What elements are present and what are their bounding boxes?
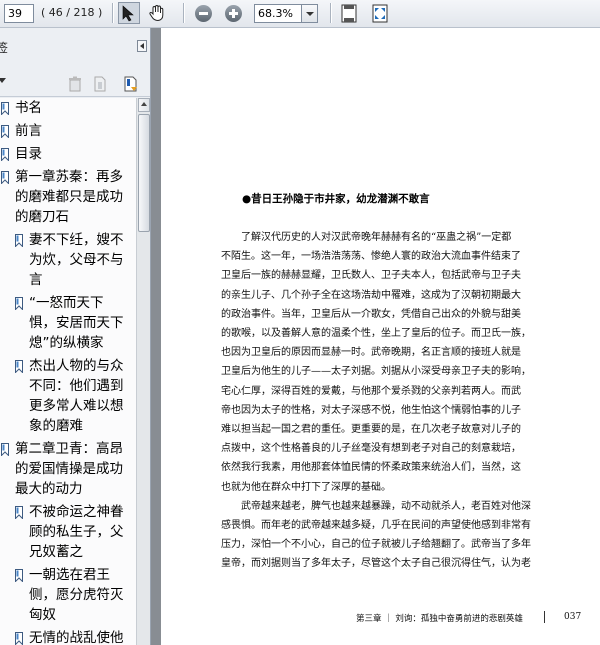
panel-header: 签 <box>0 36 150 58</box>
bookmark-icon <box>15 506 23 519</box>
expand-bookmark-icon[interactable] <box>123 76 139 92</box>
toolbar: 39 ( 46 / 218 ) 68.3% <box>0 0 600 28</box>
bookmark-toolbar <box>0 72 150 97</box>
cursor-arrow-icon <box>122 4 134 21</box>
body-text-line: 感畏惧。而年老的武帝越来越多疑，几乎在民间的声望使他感到非常有 <box>221 520 531 531</box>
collapse-panel-button[interactable] <box>137 40 147 52</box>
panel-title: 签 <box>0 41 9 55</box>
body-text-line: 卫皇后为他生的儿子——太子刘据。刘据从小深受母亲卫子夫的影响， <box>221 366 531 378</box>
scroll-thumb[interactable] <box>138 114 150 232</box>
fit-width-button[interactable] <box>369 2 391 24</box>
options-dropdown-icon[interactable] <box>0 78 6 83</box>
bookmark-item[interactable]: 不被命运之神眷 顾的私生子，父 兄奴蓄之 <box>0 504 136 564</box>
bookmark-icon <box>15 632 23 645</box>
bookmark-label: 无情的战乱使他 迷惑了自己 <box>29 630 124 645</box>
bookmark-label: 书名 <box>15 100 42 116</box>
bookmark-list: 书名前言目录第一章苏秦：再多 的磨难都只是成功 的磨刀石妻不下纴，嫂不 为炊，父… <box>0 98 136 645</box>
body-text-line: 卫皇后一族的赫赫显耀，卫氏数人、卫子夫本人，包括武帝与卫子夫 <box>221 270 521 282</box>
page-number-input[interactable]: 39 <box>4 4 34 23</box>
body-text-line: 的亲生儿子、几个孙子全在这场浩劫中罹难，这成为了汉朝初期最大 <box>221 289 521 301</box>
body-text-line: 压力，深怕一个不小心，自己的位子就被儿子给翘翻了。武帝当了多年 <box>221 539 531 551</box>
bookmark-label: 妻不下纴，嫂不 为炊，父母不与 言 <box>29 232 124 288</box>
bookmark-icon <box>1 443 9 456</box>
bookmark-label: 第二章卫青：高昂 的爱国情操是成功 最大的动力 <box>15 441 123 497</box>
footer-divider <box>544 611 545 623</box>
bookmark-item[interactable]: 目录 <box>0 146 136 166</box>
zoom-in-button[interactable] <box>222 2 244 24</box>
body-text-line: 皇帝，而刘据则当了多年太子，尽管这个太子自己很沉得住气，认为老 <box>221 558 531 570</box>
bookmark-label: 第一章苏秦：再多 的磨难都只是成功 的磨刀石 <box>15 169 123 225</box>
body-text-line: 点拨中，这个性格善良的儿子丝毫没有想到老子对自己的刻意栽培， <box>221 443 521 455</box>
document-page: ●昔日王孙隐于市井家，幼龙潜渊不敢言 第三章 ｜ 刘询：孤独中奋勇前进的悲剧英雄… <box>161 28 600 645</box>
bookmark-scrollbar[interactable] <box>136 98 150 645</box>
bookmark-icon <box>15 360 23 373</box>
bookmark-label: 前言 <box>15 123 42 139</box>
zoom-out-button[interactable] <box>192 2 214 24</box>
bookmark-label: 目录 <box>15 146 42 162</box>
body-text-line: 了解汉代历史的人对汉武帝晚年赫赫有名的“巫蛊之祸”一定都 <box>221 232 512 243</box>
bookmark-icon <box>1 125 9 138</box>
bookmark-item[interactable]: 第二章卫青：高昂 的爱国情操是成功 最大的动力 <box>0 441 136 501</box>
bookmark-icon <box>1 102 9 115</box>
bookmark-label: “一怒而天下 惧，安居而天下 熄”的纵横家 <box>29 295 124 351</box>
bookmark-icon <box>1 171 9 184</box>
select-tool-button[interactable] <box>118 2 140 24</box>
body-text-line: 也就为他在群众中打下了深厚的基础。 <box>221 481 391 493</box>
body-text-line: 宅心仁厚，深得百姓的爱戴，与他那个爱杀戮的父亲判若两人。而武 <box>221 385 521 397</box>
scroll-up-button[interactable] <box>138 98 150 112</box>
toolbar-separator <box>112 3 114 23</box>
page-number-label: 037 <box>564 612 582 622</box>
bookmark-label: 杰出人物的与众 不同：他们遇到 更多常人难以想 象的磨难 <box>29 358 124 434</box>
bookmark-item[interactable]: 杰出人物的与众 不同：他们遇到 更多常人难以想 象的磨难 <box>0 358 136 438</box>
bookmark-icon <box>15 569 23 582</box>
page-footer: 第三章 ｜ 刘询：孤独中奋勇前进的悲剧英雄 <box>356 614 523 624</box>
bookmark-label: 一朝选在君王 侧，愿分虎符灭 匈奴 <box>29 567 124 623</box>
page-count: ( 46 / 218 ) <box>41 6 103 19</box>
bookmark-icon <box>15 234 23 247</box>
bookmark-item[interactable]: 书名 <box>0 100 136 120</box>
bookmark-item[interactable]: “一怒而天下 惧，安居而天下 熄”的纵横家 <box>0 295 136 355</box>
zoom-in-icon <box>224 4 242 22</box>
body-text-line: 难以担当起一国之君的重任。更重要的是，在几次老子故意对儿子的 <box>221 424 521 435</box>
toolbar-separator <box>330 3 332 23</box>
new-bookmark-icon[interactable] <box>92 76 108 92</box>
body-text-line: 的政治事件。当年，卫皇后从一介歌女，凭借自己出众的外貌与甜美 <box>221 308 521 320</box>
body-text-line: 不陌生。这一年，一场浩浩荡荡、惨绝人寰的政治大流血事件结束了 <box>221 251 521 263</box>
bookmark-item[interactable]: 前言 <box>0 123 136 143</box>
bookmark-item[interactable]: 妻不下纴，嫂不 为炊，父母不与 言 <box>0 232 136 292</box>
body-text-line: 依然我行我素，用他那套体恤民情的怀柔政策来统治人们，当然，这 <box>221 462 521 474</box>
bookmark-item[interactable]: 第一章苏秦：再多 的磨难都只是成功 的磨刀石 <box>0 169 136 229</box>
bookmark-item[interactable]: 一朝选在君王 侧，愿分虎符灭 匈奴 <box>0 567 136 627</box>
zoom-dropdown-button[interactable] <box>302 4 318 23</box>
toolbar-separator <box>183 3 185 23</box>
bookmark-icon <box>1 148 9 161</box>
fit-page-button[interactable] <box>338 2 360 24</box>
fit-page-icon <box>341 4 357 22</box>
body-text-line: 帝也因为太子的性格，对太子深感不悦，他生怕这个懦弱怕事的儿子 <box>221 404 521 416</box>
zoom-out-icon <box>194 4 212 22</box>
body-text-line: 也因为卫皇后的原因而显赫一时。武帝晚期，名正言顺的接班人就是 <box>221 347 521 359</box>
bookmark-label: 不被命运之神眷 顾的私生子，父 兄奴蓄之 <box>29 504 124 560</box>
document-view[interactable]: ●昔日王孙隐于市井家，幼龙潜渊不敢言 第三章 ｜ 刘询：孤独中奋勇前进的悲剧英雄… <box>151 28 600 645</box>
bookmarks-panel: 签 书名前言目录第一章苏秦：再多 的磨难都只是成功 的磨刀石妻不下纴，嫂不 为炊… <box>0 28 151 645</box>
delete-bookmark-icon[interactable] <box>67 76 83 92</box>
chevron-down-icon <box>305 11 314 16</box>
fit-width-icon <box>372 4 388 22</box>
hand-icon <box>149 4 164 22</box>
body-text-line: 武帝越来越老，脾气也越来越暴躁，动不动就杀人，老百姓对他深 <box>221 500 531 512</box>
hand-tool-button[interactable] <box>146 2 168 24</box>
section-heading: ●昔日王孙隐于市井家，幼龙潜渊不敢言 <box>242 193 430 205</box>
body-text-line: 的歌喉，以及善解人意的温柔个性，坐上了皇后的位子。而卫氏一族， <box>221 328 531 339</box>
zoom-level-input[interactable]: 68.3% <box>254 4 302 23</box>
bookmark-item[interactable]: 无情的战乱使他 迷惑了自己 <box>0 630 136 645</box>
bookmark-icon <box>15 297 23 310</box>
